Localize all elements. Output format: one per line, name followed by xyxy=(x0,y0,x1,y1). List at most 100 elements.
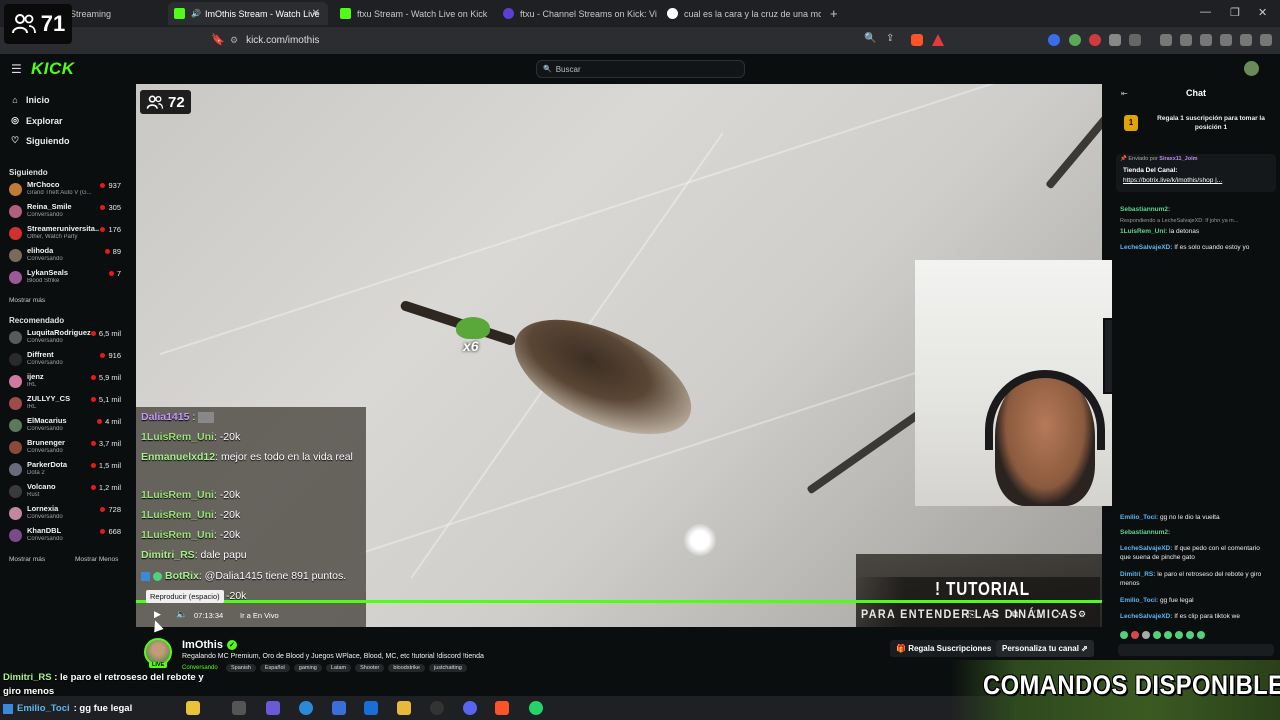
fullscreen-icon[interactable]: ⛶ xyxy=(1034,609,1040,620)
chat-message[interactable]: LecheSalvajeXD: If que pedo con el comen… xyxy=(1120,544,1272,562)
settings-gear-icon[interactable]: ⚙ xyxy=(1078,609,1086,620)
chat-message[interactable]: Emilio_Toci: gg no le dio la vuelta xyxy=(1120,513,1272,522)
site-info-icon[interactable]: ⚙ xyxy=(230,35,238,46)
discord-icon[interactable] xyxy=(463,701,477,715)
sidebar-channel-item[interactable]: ElMacarius Conversando 4 mil xyxy=(9,416,121,436)
streamer-name[interactable]: ImOthis ✓ xyxy=(182,639,237,651)
kick-logo[interactable]: KICK xyxy=(31,59,75,79)
user-avatar[interactable] xyxy=(1244,61,1259,76)
sidebar-channel-item[interactable]: MrChoco Grand Theft Auto V (G... 937 xyxy=(9,180,121,200)
extension-icon[interactable] xyxy=(1048,34,1060,46)
stream-tag[interactable]: Latam xyxy=(325,664,352,672)
wallet-icon[interactable] xyxy=(1200,34,1212,46)
tab-ftxu-channel[interactable]: ftxu - Channel Streams on Kick: View xyxy=(497,2,657,25)
vpn-icon[interactable] xyxy=(1240,34,1252,46)
gift-subs-button[interactable]: 🎁 Regala Suscripciones xyxy=(890,640,998,657)
chat-message[interactable]: 1LuisRem_Uni: la detonas xyxy=(1120,227,1272,236)
nav-following[interactable]: ♡ Siguiendo xyxy=(10,135,70,146)
chat-input[interactable] xyxy=(1118,644,1274,656)
sidebar-channel-item[interactable]: Brunenger Conversando 3,7 mil xyxy=(9,438,121,458)
address-bar[interactable]: ⚙ kick.com/imothis xyxy=(230,30,950,51)
nav-explore[interactable]: ◎ Explorar xyxy=(10,115,62,126)
stream-tag[interactable]: Español xyxy=(259,664,290,672)
stream-tag[interactable]: bloodstrike xyxy=(388,664,425,672)
chat-message[interactable]: LecheSalvajeXD: If es solo cuando estoy … xyxy=(1120,243,1272,252)
outlook-icon[interactable] xyxy=(364,701,378,715)
chat-message[interactable]: Sebastiannum2: xyxy=(1120,205,1272,214)
extension-icon[interactable] xyxy=(1089,34,1101,46)
stream-tag[interactable]: Spanish xyxy=(226,664,256,672)
extension-icon[interactable] xyxy=(1069,34,1081,46)
minimize-icon[interactable]: — xyxy=(1200,6,1211,18)
chat-message[interactable]: Emilio_Toci: gg fue legal xyxy=(1120,596,1272,605)
store-icon[interactable] xyxy=(332,701,346,715)
close-window-icon[interactable]: ✕ xyxy=(1258,6,1267,19)
pinned-message[interactable]: 📌 Enviado por Siraxx11_Jolm Tienda Del C… xyxy=(1116,154,1276,192)
puzzle-icon[interactable] xyxy=(1109,34,1121,46)
bookmark-icon[interactable]: 🔖 xyxy=(211,33,225,46)
sidebar-channel-item[interactable]: ParkerDota Dota 2 1,5 mil xyxy=(9,460,121,480)
tab-google[interactable]: cual es la cara y la cruz de una mone xyxy=(661,2,821,25)
brave-icon[interactable] xyxy=(495,701,509,715)
gift-leaderboard-banner[interactable]: 1 Regala 1 suscripción para tomar la pos… xyxy=(1124,112,1274,140)
task-view-icon[interactable] xyxy=(232,701,246,715)
copilot-icon[interactable] xyxy=(266,701,280,715)
sidebar-channel-item[interactable]: LykanSeals Blood Strike 7 xyxy=(9,268,121,288)
stream-tag[interactable]: Shooter xyxy=(355,664,385,672)
nav-home[interactable]: ⌂ Inicio xyxy=(10,95,49,105)
tab-imothis[interactable]: 🔊 ImOthis Stream - Watch Live ✕ xyxy=(168,2,328,25)
new-tab-button[interactable]: + xyxy=(824,2,844,25)
whatsapp-icon[interactable] xyxy=(529,701,543,715)
show-more-following[interactable]: Mostrar más xyxy=(9,297,45,304)
stream-tag[interactable]: justchatting xyxy=(429,664,467,672)
emote-icon[interactable] xyxy=(1197,631,1205,639)
sidebar-channel-item[interactable]: Streameruniversita... Other, Watch Party 1… xyxy=(9,224,121,244)
sidebar-channel-item[interactable]: Diffrent Conversando 916 xyxy=(9,350,121,370)
clip-icon[interactable]: ⎘ xyxy=(968,609,975,620)
emote-icon[interactable] xyxy=(1175,631,1183,639)
tab-streaming[interactable]: Streaming xyxy=(64,2,164,25)
tab-ftxu[interactable]: ftxu Stream - Watch Live on Kick xyxy=(334,2,494,25)
sidebar-channel-item[interactable]: elihoda Conversando 89 xyxy=(9,246,121,266)
chat-message[interactable]: Sebastiannum2: xyxy=(1120,528,1272,537)
emote-icon[interactable] xyxy=(1131,631,1139,639)
volume-icon[interactable]: 🔈 xyxy=(176,609,187,620)
folder-icon[interactable] xyxy=(397,701,411,715)
emote-icon[interactable] xyxy=(1142,631,1150,639)
emote-icon[interactable] xyxy=(1164,631,1172,639)
sidebar-channel-item[interactable]: KhanDBL Conversando 668 xyxy=(9,526,121,546)
sidebar-channel-item[interactable]: Lornexia Conversando 728 xyxy=(9,504,121,524)
emote-icon[interactable] xyxy=(1153,631,1161,639)
sidebar-channel-item[interactable]: Volcano Rust 1,2 mil xyxy=(9,482,121,502)
show-less-recommended[interactable]: Mostrar Menos xyxy=(75,556,118,563)
close-tab-icon[interactable]: ✕ xyxy=(312,8,320,19)
theater-icon[interactable]: ▭ xyxy=(989,609,998,620)
share-icon[interactable]: ⇪ xyxy=(886,33,894,44)
sidebar-channel-item[interactable]: Reina_Smile Conversando 305 xyxy=(9,202,121,222)
zoom-search-icon[interactable]: 🔍 xyxy=(864,33,876,44)
pip-icon[interactable]: ⧉ xyxy=(1012,609,1018,620)
emote-icon[interactable] xyxy=(1186,631,1194,639)
sidebar-channel-item[interactable]: LuquitaRodriguez Conversando 6,5 mil xyxy=(9,328,121,348)
chat-message[interactable]: Dimitri_RS: le paro el retroseso del reb… xyxy=(1120,570,1272,588)
ai-icon[interactable] xyxy=(1220,34,1232,46)
stream-tag[interactable]: gaming xyxy=(293,664,322,672)
start-icon[interactable] xyxy=(186,701,200,715)
menu-icon[interactable] xyxy=(1260,34,1272,46)
sidebar-icon[interactable] xyxy=(1180,34,1192,46)
search-input[interactable]: 🔍 Buscar xyxy=(536,60,745,78)
chat-message[interactable]: LecheSalvajeXD: If es clip para tiktok w… xyxy=(1120,612,1272,621)
extension-icon[interactable] xyxy=(1129,34,1141,46)
sidebar-channel-item[interactable]: ZULLYY_CS IRL 5,1 mil xyxy=(9,394,121,414)
obs-icon[interactable] xyxy=(430,701,444,715)
sidebar-channel-item[interactable]: ijenz IRL 5,9 mil xyxy=(9,372,121,392)
emote-icon[interactable] xyxy=(1120,631,1128,639)
go-live-button[interactable]: Ir a En Vivo xyxy=(240,611,279,620)
customize-channel-button[interactable]: Personaliza tu canal ⇗ xyxy=(996,640,1094,657)
hamburger-menu-icon[interactable]: ☰ xyxy=(11,62,22,76)
edge-icon[interactable] xyxy=(299,701,313,715)
restore-icon[interactable]: ❐ xyxy=(1230,6,1240,19)
show-more-recommended[interactable]: Mostrar más xyxy=(9,556,45,563)
brave-shield-icon[interactable] xyxy=(911,34,923,46)
music-icon[interactable] xyxy=(1160,34,1172,46)
